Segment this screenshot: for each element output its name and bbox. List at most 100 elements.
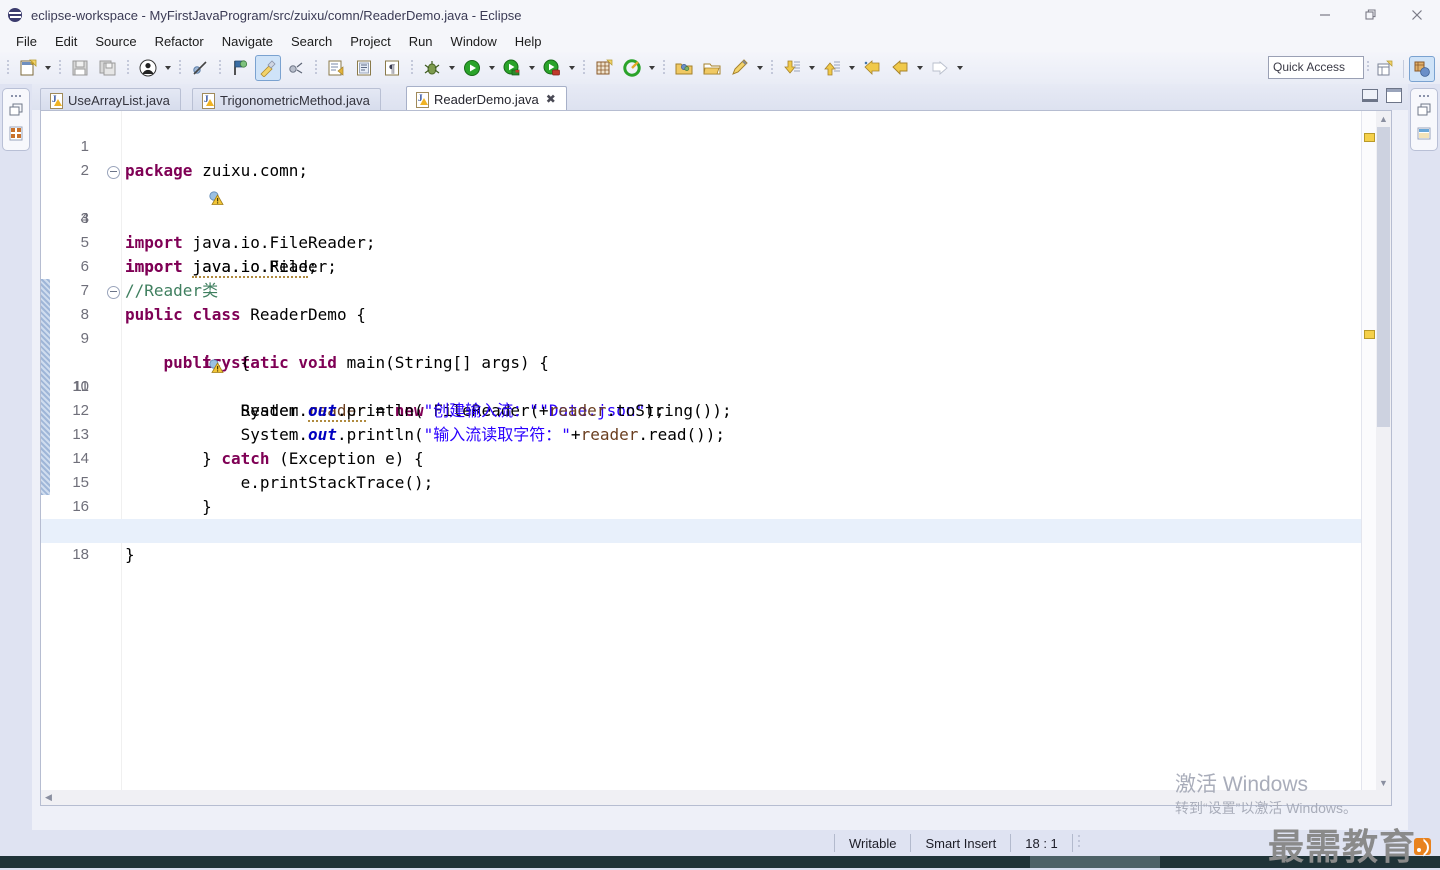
editor-tab-usearraylist[interactable]: J UseArrayList.java (40, 88, 181, 111)
new-wizard-button[interactable] (15, 55, 41, 81)
open-folder2-button[interactable] (699, 55, 725, 81)
coverage-button[interactable] (539, 55, 565, 81)
scroll-left-arrow[interactable]: ◀ (41, 790, 56, 805)
run-external-button[interactable] (499, 55, 525, 81)
skip-breakpoints-button[interactable] (187, 55, 213, 81)
restore-icon[interactable] (1411, 92, 1437, 99)
menu-refactor[interactable]: Refactor (146, 32, 213, 51)
toolbar-grip[interactable] (581, 58, 587, 78)
previous-annotation-button[interactable] (819, 55, 845, 81)
open-perspective-icon[interactable] (1372, 56, 1398, 82)
toolbar-grip[interactable] (217, 58, 223, 78)
editor-tab-readerdemo[interactable]: J ReaderDemo.java ✖ (406, 86, 567, 112)
restore-icon[interactable] (3, 92, 29, 99)
toolbar-grip[interactable] (5, 58, 11, 78)
outline-view-icon[interactable] (1414, 125, 1434, 145)
pencil-button[interactable] (727, 55, 753, 81)
code-editor[interactable]: 1 package zuixu.comn; 2 3 import java.io… (40, 110, 1392, 806)
windows-taskbar[interactable] (0, 856, 1440, 868)
new-wizard-dropdown[interactable] (42, 56, 54, 80)
fold-toggle-icon[interactable] (107, 166, 120, 179)
code-line: 1 package zuixu.comn; (41, 111, 1391, 180)
code-line: 9 try { (41, 303, 1391, 372)
open-folder-button[interactable] (671, 55, 697, 81)
person-dropdown[interactable] (162, 56, 174, 80)
editor-horizontal-scrollbar[interactable]: ◀ (41, 790, 1391, 805)
pencil-dropdown[interactable] (754, 56, 766, 80)
open-perspective-green-dropdown[interactable] (646, 56, 658, 80)
next-annotation-dropdown[interactable] (806, 56, 818, 80)
warning-marker-icon[interactable] (74, 164, 224, 205)
forward-dropdown[interactable] (954, 56, 966, 80)
menu-source[interactable]: Source (86, 32, 145, 51)
forward-button[interactable] (927, 55, 953, 81)
toolbar-grip[interactable] (769, 58, 775, 78)
package-explorer-icon[interactable] (6, 125, 26, 145)
open-type-button[interactable] (351, 55, 377, 81)
quick-access-input[interactable]: Quick Access (1268, 56, 1364, 79)
coverage-dropdown[interactable] (566, 56, 578, 80)
back-button[interactable] (887, 55, 913, 81)
java-perspective-icon[interactable] (1409, 56, 1435, 82)
toolbar-grip[interactable] (409, 58, 415, 78)
marker-flag-button[interactable] (227, 55, 253, 81)
menu-window[interactable]: Window (442, 32, 506, 51)
restore-view-icon[interactable] (6, 102, 26, 122)
debug-dropdown[interactable] (446, 56, 458, 80)
next-annotation-button[interactable] (779, 55, 805, 81)
editor-tab-trigonometricmethod[interactable]: J TrigonometricMethod.java (192, 88, 381, 111)
fold-toggle-icon[interactable] (107, 286, 120, 299)
back-dropdown[interactable] (914, 56, 926, 80)
menu-project[interactable]: Project (341, 32, 399, 51)
run-external-dropdown[interactable] (526, 56, 538, 80)
toolbar-grip[interactable] (177, 58, 183, 78)
warning-marker-icon[interactable] (74, 332, 224, 373)
menu-edit[interactable]: Edit (46, 32, 86, 51)
menu-file[interactable]: File (7, 32, 46, 51)
last-edit-location-button[interactable] (859, 55, 885, 81)
rss-icon (1414, 838, 1431, 855)
code-line: 7 public class ReaderDemo { (41, 255, 1391, 324)
run-button[interactable] (459, 55, 485, 81)
person-button[interactable] (135, 55, 161, 81)
vertical-scroll-thumb[interactable] (1377, 127, 1390, 427)
status-insert-mode: Smart Insert (925, 835, 997, 851)
save-all-button[interactable] (95, 55, 121, 81)
toolbar-grip[interactable] (313, 58, 319, 78)
eclipse-logo-icon (8, 7, 24, 23)
link-button[interactable] (283, 55, 309, 81)
java-file-icon: J (201, 92, 215, 109)
toolbar-grip[interactable] (661, 58, 667, 78)
menu-search[interactable]: Search (282, 32, 341, 51)
maximize-editor-button[interactable] (1386, 88, 1402, 103)
restore-view-icon[interactable] (1414, 102, 1434, 122)
overview-ruler[interactable] (1361, 111, 1376, 805)
toolbar-grip[interactable] (57, 58, 63, 78)
debug-button[interactable] (419, 55, 445, 81)
build-button[interactable] (255, 55, 281, 81)
previous-annotation-dropdown[interactable] (846, 56, 858, 80)
window-controls (1302, 0, 1440, 30)
restore-button[interactable] (1348, 0, 1394, 30)
toolbar-grip[interactable] (125, 58, 131, 78)
close-icon[interactable]: ✖ (546, 93, 556, 105)
menu-run[interactable]: Run (400, 32, 442, 51)
pilcrow-button[interactable]: ¶ (379, 55, 405, 81)
overview-warning-marker[interactable] (1364, 133, 1375, 142)
overview-warning-marker[interactable] (1364, 330, 1375, 339)
status-grip[interactable] (1076, 833, 1082, 853)
close-button[interactable] (1394, 0, 1440, 30)
code-line: 4 import java.io.FileReader; (41, 183, 1391, 252)
minimize-button[interactable] (1302, 0, 1348, 30)
new-java-package-button[interactable] (591, 55, 617, 81)
open-task-button[interactable] (323, 55, 349, 81)
menu-navigate[interactable]: Navigate (213, 32, 282, 51)
save-button[interactable] (67, 55, 93, 81)
menu-help[interactable]: Help (506, 32, 551, 51)
open-perspective-green-button[interactable] (619, 55, 645, 81)
scroll-up-arrow[interactable]: ▲ (1376, 111, 1391, 126)
scroll-down-arrow[interactable]: ▼ (1376, 775, 1391, 790)
run-dropdown[interactable] (486, 56, 498, 80)
editor-vertical-scrollbar[interactable]: ▲ ▼ (1376, 111, 1391, 805)
minimize-editor-button[interactable] (1362, 89, 1378, 102)
